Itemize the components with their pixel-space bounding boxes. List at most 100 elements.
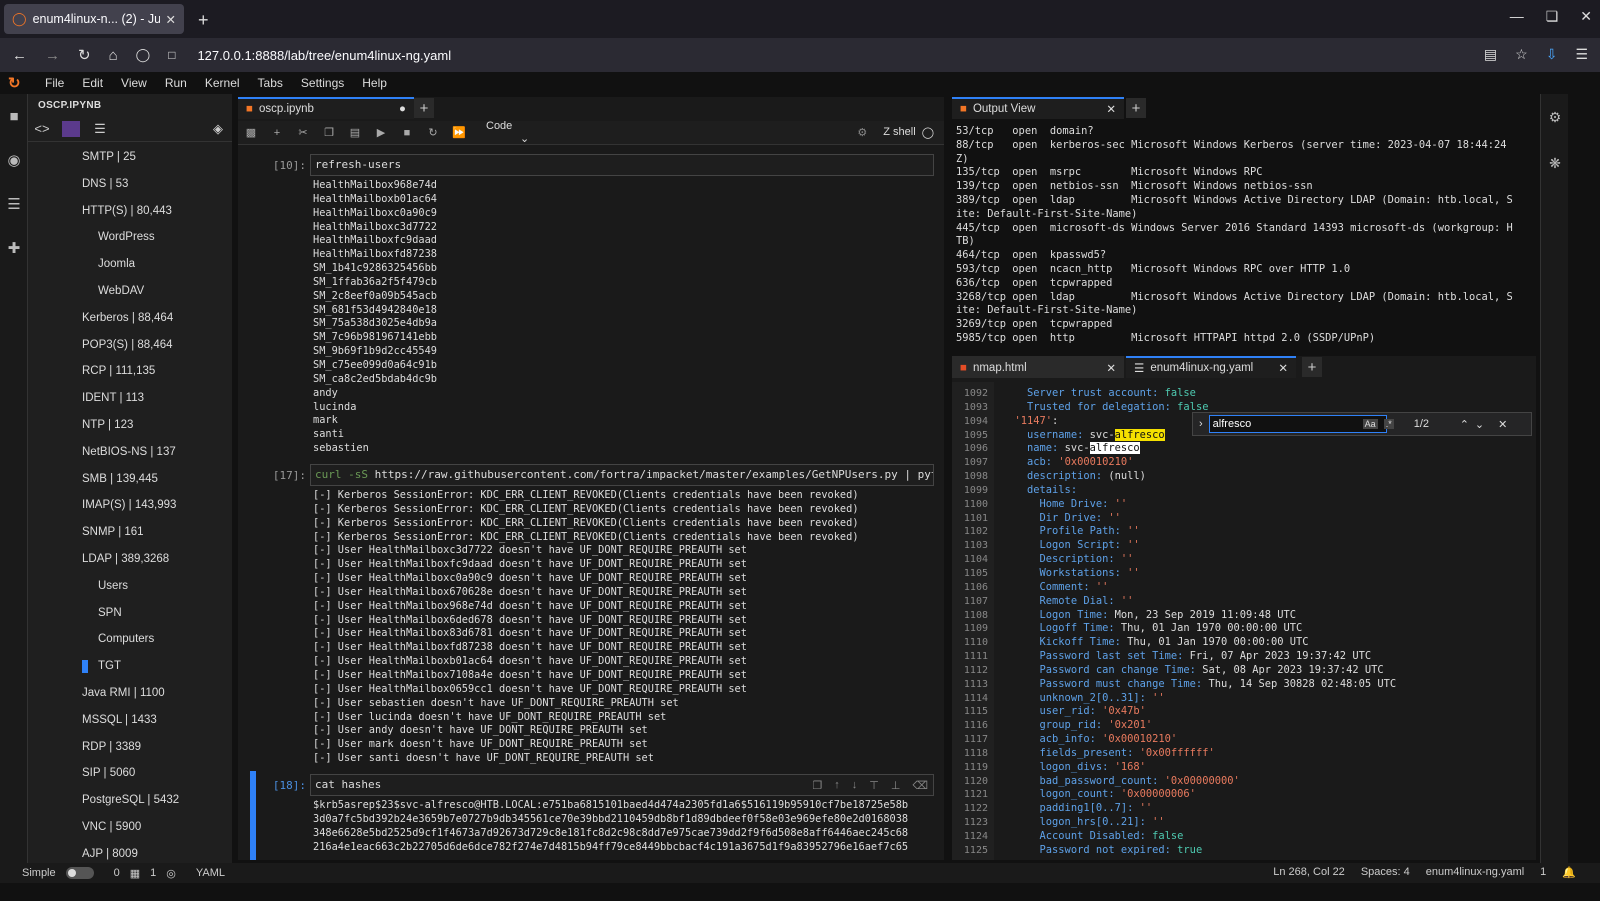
cell-input[interactable]: refresh-users — [310, 154, 934, 176]
menu-tabs[interactable]: Tabs — [249, 76, 292, 90]
yaml-code[interactable]: Server trust account: false Trusted for … — [1002, 387, 1532, 858]
toc-item[interactable]: Java RMI | 1100 — [28, 680, 232, 707]
toc-item[interactable]: WebDAV — [28, 278, 232, 305]
duplicate-icon[interactable]: ❐ — [812, 779, 822, 792]
terminal-count[interactable]: 0 — [114, 867, 120, 879]
gear-icon[interactable]: ⚙ — [857, 126, 867, 139]
running-kernels-icon[interactable]: ◉ — [0, 138, 28, 182]
browser-tab[interactable]: ◯ enum4linux-n... (2) - Jupy ✕ — [4, 4, 184, 34]
cursor-position[interactable]: Ln 268, Col 22 — [1273, 866, 1345, 879]
unsaved-dot-icon[interactable]: ● — [399, 103, 406, 115]
case-sensitive-icon[interactable]: Aa — [1362, 419, 1378, 429]
move-down-icon[interactable]: ↓ — [852, 779, 858, 792]
cell-type-select[interactable]: Code ⌄ — [486, 120, 556, 145]
paste-icon[interactable]: ▤ — [348, 126, 362, 139]
bell-icon[interactable]: 🔔 — [1562, 866, 1576, 879]
menu-help[interactable]: Help — [353, 76, 396, 90]
restart-icon[interactable]: ↻ — [426, 126, 440, 139]
close-tab-icon[interactable]: ✕ — [166, 12, 176, 27]
language-mode[interactable]: YAML — [196, 867, 225, 879]
property-inspector-icon[interactable]: ⚙ — [1541, 94, 1569, 140]
move-up-icon[interactable]: ↑ — [834, 779, 840, 792]
find-input[interactable] — [1208, 415, 1387, 433]
kernel-indicator[interactable]: ⚙ Z shell ◯ — [857, 126, 934, 139]
url-bar[interactable]: 127.0.0.1:8888/lab/tree/enum4linux-ng.ya… — [197, 48, 451, 63]
tag-filter-icon[interactable]: ◈ — [210, 121, 226, 137]
toc-item[interactable]: NTP | 123 — [28, 412, 232, 439]
toc-item[interactable]: SMB | 139,445 — [28, 466, 232, 493]
toc-item[interactable]: SPN — [28, 600, 232, 627]
toc-item[interactable]: Users — [28, 573, 232, 600]
close-find-icon[interactable]: ✕ — [1498, 418, 1507, 431]
download-icon[interactable]: ⇩ — [1546, 46, 1558, 63]
menu-edit[interactable]: Edit — [73, 76, 112, 90]
shield-icon[interactable]: ◯ — [136, 47, 151, 63]
toc-item[interactable]: Computers — [28, 626, 232, 653]
restore-icon[interactable]: ❏ — [1546, 8, 1559, 25]
yaml-editor[interactable]: 1092 1093 1094 1095 1096 1097 1098 1099 1100 1101… — [952, 382, 1536, 860]
code-toggle-icon[interactable]: <> — [34, 121, 50, 136]
insert-cell-icon[interactable]: + — [270, 127, 284, 139]
toc-item[interactable]: Joomla — [28, 251, 232, 278]
home-icon[interactable]: ⌂ — [109, 47, 118, 64]
toc-item[interactable]: SMTP | 25 — [28, 144, 232, 171]
toc-item[interactable]: IMAP(S) | 143,993 — [28, 492, 232, 519]
insert-below-icon[interactable]: ⊥ — [891, 779, 901, 792]
toc-item[interactable]: PostgreSQL | 5432 — [28, 787, 232, 814]
close-window-icon[interactable]: ✕ — [1580, 8, 1592, 25]
cut-icon[interactable]: ✂ — [296, 126, 310, 139]
regex-icon[interactable]: .* — [1383, 419, 1394, 429]
simple-mode-toggle[interactable] — [65, 867, 94, 879]
menu-file[interactable]: File — [36, 76, 73, 90]
reload-icon[interactable]: ↻ — [78, 46, 91, 64]
forward-icon[interactable]: → — [45, 47, 60, 64]
next-match-icon[interactable]: ⌄ — [1475, 418, 1484, 431]
fast-forward-icon[interactable]: ⏩ — [452, 126, 466, 139]
reader-view-icon[interactable]: ▤ — [1484, 46, 1497, 63]
run-icon[interactable]: ▶ — [374, 126, 388, 139]
close-icon[interactable]: ✕ — [1106, 102, 1116, 116]
toc-item[interactable]: RDP | 3389 — [28, 734, 232, 761]
previous-match-icon[interactable]: ⌃ — [1460, 418, 1469, 431]
stop-icon[interactable]: ■ — [400, 127, 414, 139]
insert-above-icon[interactable]: ⊤ — [869, 779, 879, 792]
toc-item[interactable]: SIP | 5060 — [28, 760, 232, 787]
add-tab-icon[interactable]: + — [414, 98, 434, 118]
menu-run[interactable]: Run — [156, 76, 196, 90]
toc-item[interactable]: LDAP | 389,3268 — [28, 546, 232, 573]
toc-item[interactable]: NetBIOS-NS | 137 — [28, 439, 232, 466]
bookmark-star-icon[interactable]: ☆ — [1515, 46, 1528, 63]
tab-nmap-html[interactable]: ■ nmap.html ✕ — [952, 356, 1124, 378]
menu-view[interactable]: View — [112, 76, 156, 90]
tab-output-view[interactable]: ■ Output View ✕ — [952, 97, 1124, 119]
tab-oscp-notebook[interactable]: ■ oscp.ipynb ● — [238, 97, 414, 119]
copy-icon[interactable]: ❐ — [322, 126, 336, 139]
close-icon[interactable]: ✕ — [1106, 361, 1116, 375]
kernel-count[interactable]: 1 — [150, 867, 156, 879]
toc-item[interactable]: IDENT | 113 — [28, 385, 232, 412]
indentation[interactable]: Spaces: 4 — [1361, 866, 1410, 879]
toc-item[interactable]: POP3(S) | 88,464 — [28, 332, 232, 359]
markdown-toggle-icon[interactable] — [62, 120, 80, 137]
cell-input[interactable]: curl -sS https://raw.githubusercontent.c… — [310, 464, 934, 486]
menu-settings[interactable]: Settings — [292, 76, 353, 90]
save-icon[interactable]: ▩ — [244, 126, 258, 139]
folder-icon[interactable]: ■ — [0, 94, 28, 138]
toc-item[interactable]: VNC | 5900 — [28, 814, 232, 841]
menu-kernel[interactable]: Kernel — [196, 76, 249, 90]
table-of-contents-icon[interactable]: ☰ — [0, 182, 28, 226]
toggle-replace-icon[interactable]: › — [1199, 418, 1203, 430]
toc-item[interactable]: MSSQL | 1433 — [28, 707, 232, 734]
toc-item[interactable]: TGT — [28, 653, 232, 680]
extension-puzzle-icon[interactable]: ✚ — [0, 226, 28, 270]
delete-icon[interactable]: ⌫ — [912, 779, 928, 792]
toc-item[interactable]: RCP | 111,135 — [28, 358, 232, 385]
minimize-icon[interactable]: — — [1510, 8, 1524, 25]
new-tab-icon[interactable]: + — [198, 10, 209, 31]
close-icon[interactable]: ✕ — [1278, 361, 1288, 375]
debugger-icon[interactable]: ❋ — [1541, 140, 1569, 186]
toc-item[interactable]: SNMP | 161 — [28, 519, 232, 546]
hamburger-menu-icon[interactable]: ☰ — [1575, 46, 1588, 63]
add-tab-icon[interactable]: + — [1302, 357, 1322, 377]
toc-item[interactable]: DNS | 53 — [28, 171, 232, 198]
